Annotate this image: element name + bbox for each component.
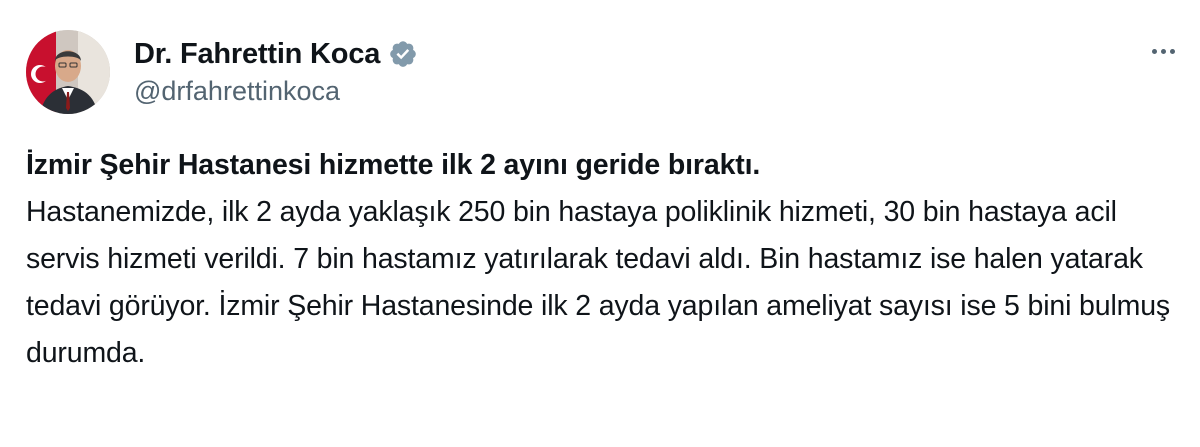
more-options-button[interactable] (1143, 38, 1183, 64)
author-handle[interactable]: @drfahrettinkoca (134, 76, 340, 107)
avatar[interactable] (26, 30, 110, 114)
post-headline: İzmir Şehir Hastanesi hizmette ilk 2 ayı… (26, 149, 761, 181)
more-horizontal-icon (1151, 48, 1157, 54)
more-horizontal-icon-dot (1169, 48, 1175, 54)
post-body: İzmir Şehir Hastanesi hizmette ilk 2 ayı… (26, 142, 1176, 377)
post-text: Hastanemizde, ilk 2 ayda yaklaşık 250 bi… (26, 196, 1171, 369)
more-horizontal-icon-dot (1160, 48, 1166, 54)
author-display-name[interactable]: Dr. Fahrettin Koca (134, 38, 380, 71)
verified-badge-icon (388, 39, 418, 69)
tweet-card: Dr. Fahrettin Koca @drfahrettinkoca İzmi… (0, 0, 1200, 447)
author-name-row: Dr. Fahrettin Koca (134, 36, 418, 72)
avatar-photo-icon (26, 30, 110, 114)
